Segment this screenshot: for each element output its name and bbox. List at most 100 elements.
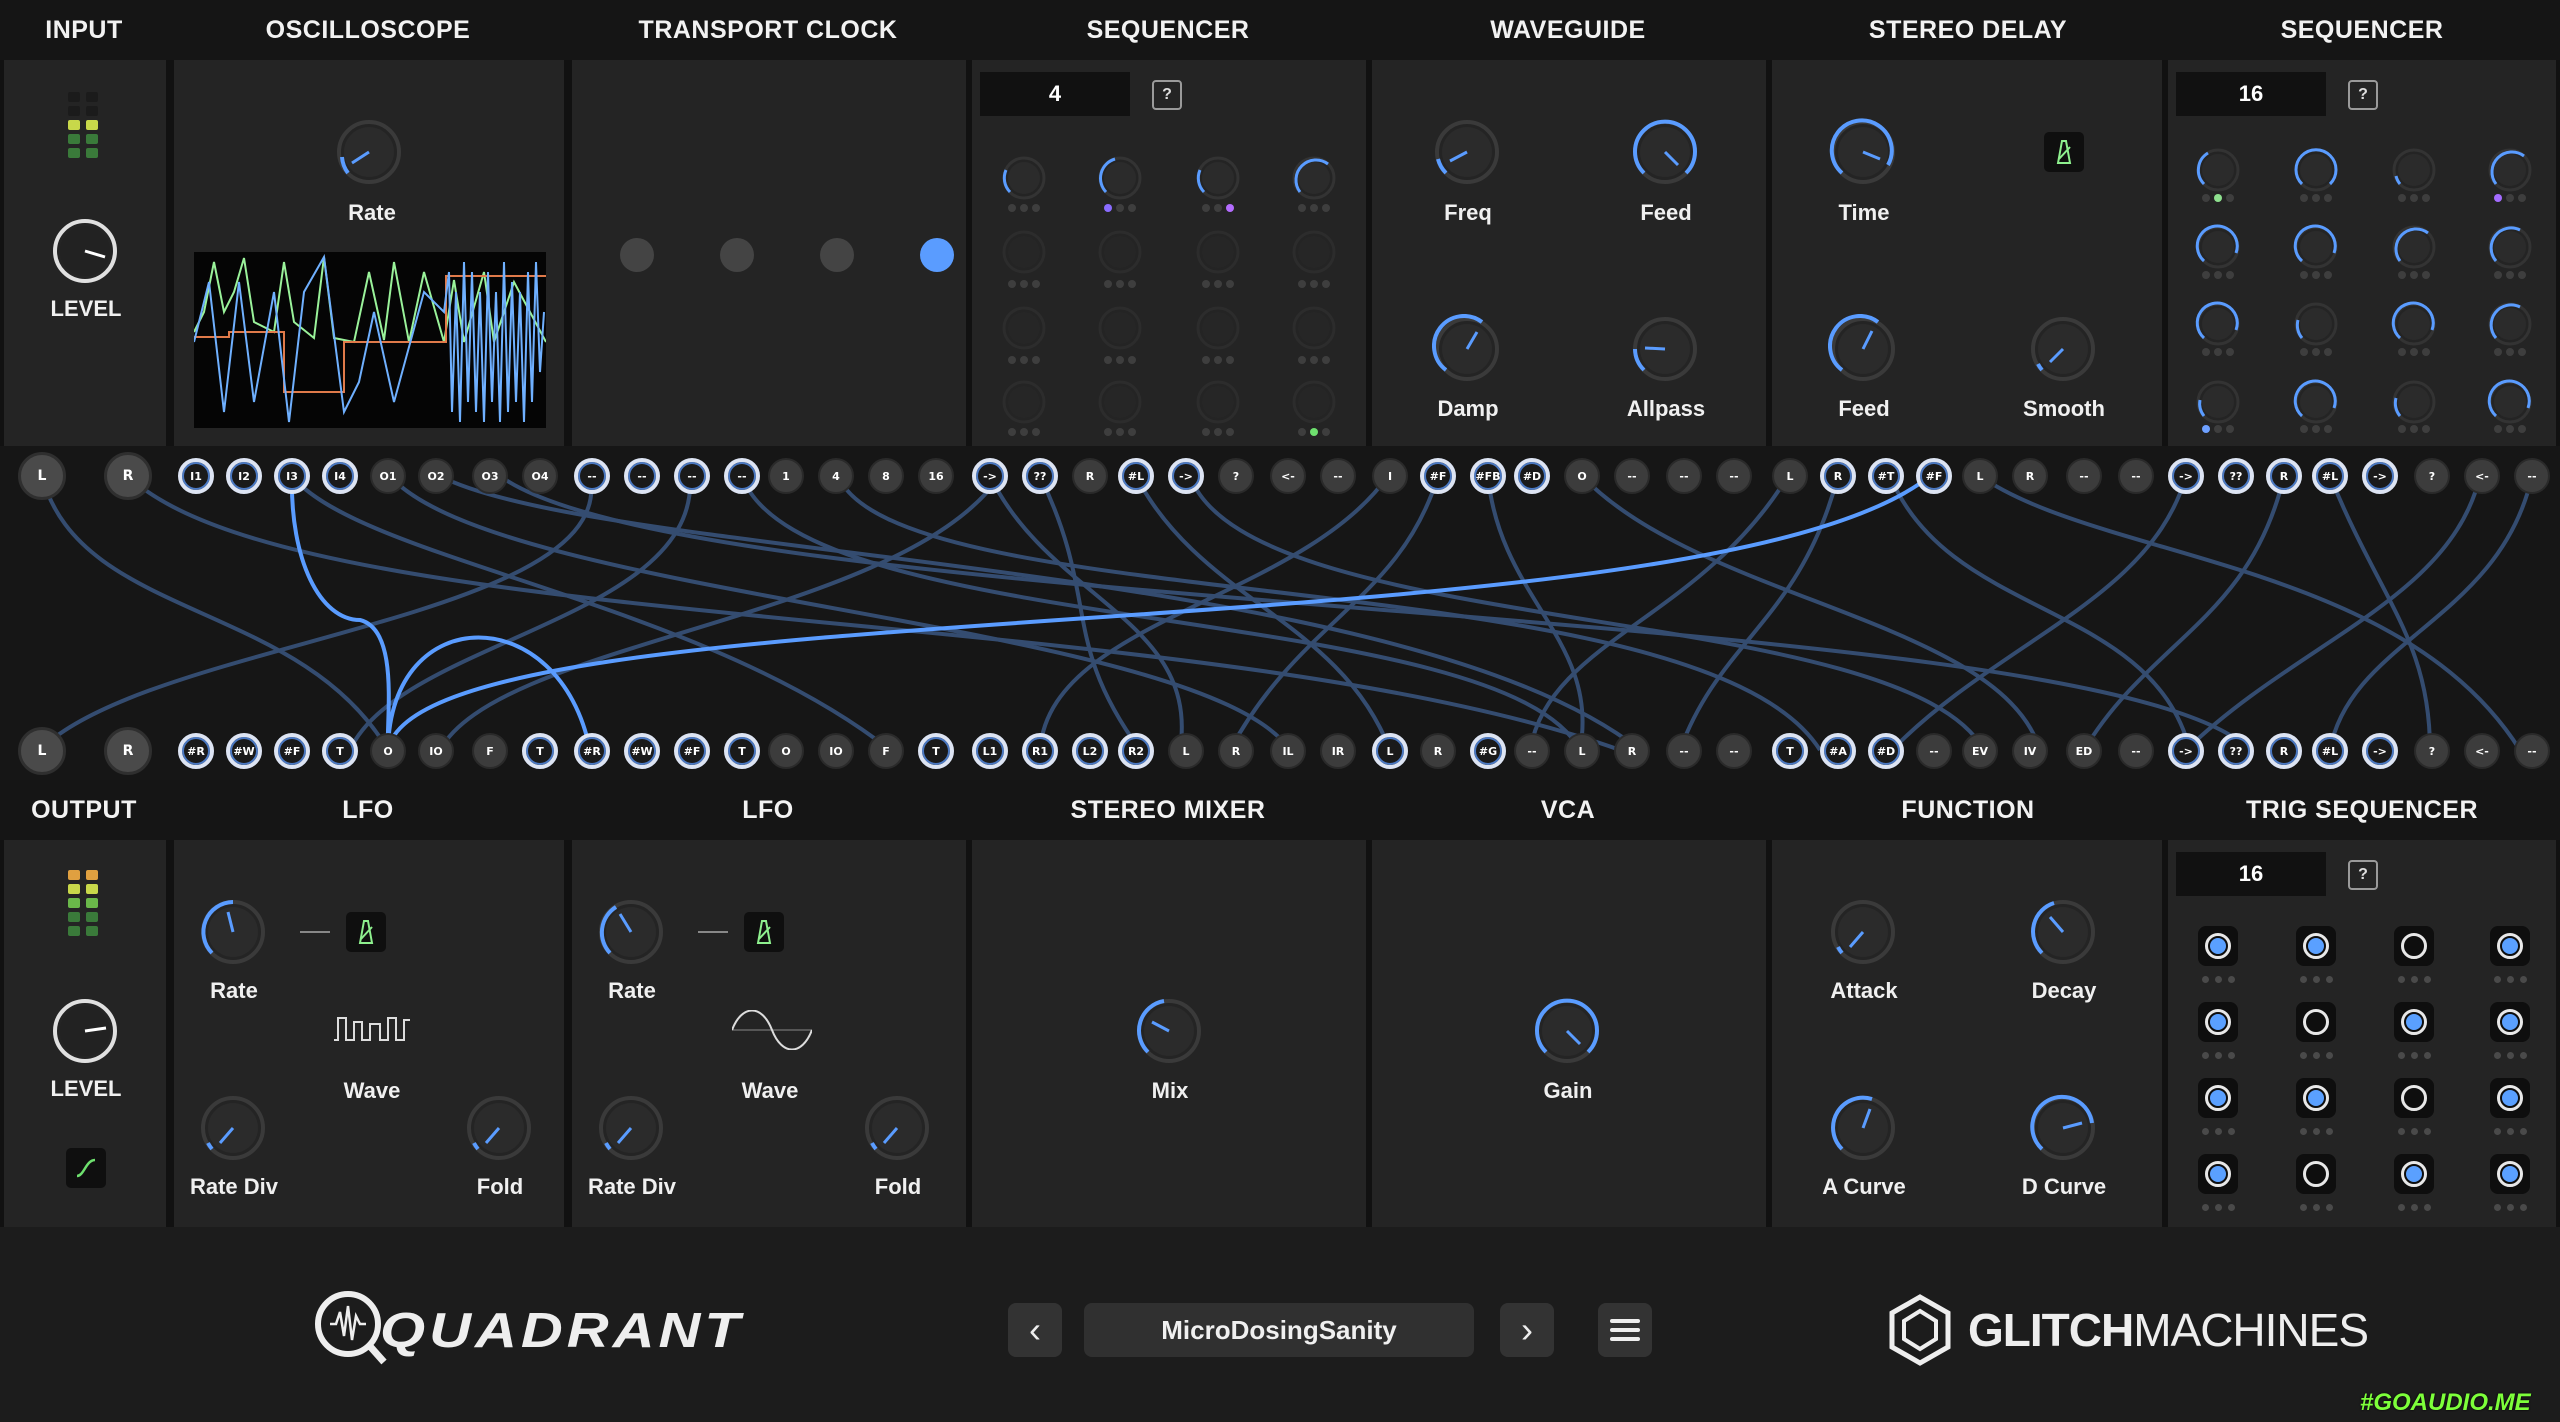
bottom-jack-31[interactable]: R (1614, 733, 1650, 769)
top-jack-39[interactable]: R (2012, 458, 2048, 494)
bottom-jack-28[interactable]: #G (1470, 733, 1506, 769)
bottom-jack-6[interactable]: O (370, 733, 406, 769)
input-level-knob[interactable] (50, 216, 120, 286)
vca-gain-knob[interactable] (1532, 996, 1602, 1066)
top-jack-10[interactable]: -- (574, 458, 610, 494)
bottom-jack-0[interactable]: L (18, 727, 66, 775)
top-jack-5[interactable]: I4 (322, 458, 358, 494)
function-d-curve-knob[interactable] (2028, 1093, 2098, 1163)
function-decay-knob[interactable] (2028, 897, 2098, 967)
bottom-jack-10[interactable]: #R (574, 733, 610, 769)
bottom-jack-45[interactable]: #L (2312, 733, 2348, 769)
bottom-jack-1[interactable]: R (104, 727, 152, 775)
top-jack-26[interactable]: I (1372, 458, 1408, 494)
bottom-jack-39[interactable]: IV (2012, 733, 2048, 769)
bottom-jack-46[interactable]: -> (2362, 733, 2398, 769)
sequencer-2-knob-grid[interactable] (2168, 140, 2560, 440)
bottom-jack-30[interactable]: L (1564, 733, 1600, 769)
top-jack-30[interactable]: O (1564, 458, 1600, 494)
bottom-jack-40[interactable]: ED (2066, 733, 2102, 769)
bottom-jack-11[interactable]: #W (624, 733, 660, 769)
sequencer-2-steps-display[interactable]: 16 (2176, 72, 2326, 116)
trig-step-5[interactable] (2198, 1002, 2238, 1042)
top-jack-23[interactable]: ? (1218, 458, 1254, 494)
top-jack-37[interactable]: #F (1916, 458, 1952, 494)
menu-button[interactable] (1598, 1303, 1652, 1357)
trig-step-4[interactable] (2490, 926, 2530, 966)
waveguide-damp-knob[interactable] (1432, 314, 1502, 384)
bottom-jack-14[interactable]: O (768, 733, 804, 769)
lfo-rate-div-knob[interactable] (198, 1093, 268, 1163)
trig-step-8[interactable] (2490, 1002, 2530, 1042)
top-jack-13[interactable]: -- (724, 458, 760, 494)
top-jack-6[interactable]: O1 (370, 458, 406, 494)
top-jack-22[interactable]: -> (1168, 458, 1204, 494)
bottom-jack-15[interactable]: IO (818, 733, 854, 769)
top-jack-44[interactable]: R (2266, 458, 2302, 494)
function-a-curve-knob[interactable] (1828, 1093, 1898, 1163)
top-jack-27[interactable]: #F (1420, 458, 1456, 494)
trig-step-2[interactable] (2296, 926, 2336, 966)
bottom-jack-33[interactable]: -- (1716, 733, 1752, 769)
trig-step-13[interactable] (2198, 1154, 2238, 1194)
trig-step-1[interactable] (2198, 926, 2238, 966)
lfo-rate-knob[interactable] (198, 897, 268, 967)
bottom-jack-27[interactable]: R (1420, 733, 1456, 769)
bottom-jack-18[interactable]: L1 (972, 733, 1008, 769)
trig-step-11[interactable] (2394, 1078, 2434, 1118)
top-jack-48[interactable]: <- (2464, 458, 2500, 494)
top-jack-14[interactable]: 1 (768, 458, 804, 494)
bottom-jack-22[interactable]: L (1168, 733, 1204, 769)
sequencer-knob-grid[interactable] (972, 140, 1372, 440)
top-jack-17[interactable]: 16 (918, 458, 954, 494)
trig-sequencer-steps-display[interactable]: 16 (2176, 852, 2326, 896)
top-jack-21[interactable]: #L (1118, 458, 1154, 494)
bottom-jack-43[interactable]: ?? (2218, 733, 2254, 769)
preset-name-display[interactable]: MicroDosingSanity (1084, 1303, 1474, 1357)
bottom-jack-26[interactable]: L (1372, 733, 1408, 769)
bottom-jack-20[interactable]: L2 (1072, 733, 1108, 769)
lfo-2-rate-div-knob[interactable] (596, 1093, 666, 1163)
top-jack-41[interactable]: -- (2118, 458, 2154, 494)
bottom-jack-42[interactable]: -> (2168, 733, 2204, 769)
lfo-2-sync-metronome-icon[interactable] (744, 912, 784, 952)
bottom-jack-49[interactable]: -- (2514, 733, 2550, 769)
top-jack-4[interactable]: I3 (274, 458, 310, 494)
lfo-2-rate-knob[interactable] (596, 897, 666, 967)
top-jack-20[interactable]: R (1072, 458, 1108, 494)
top-jack-42[interactable]: -> (2168, 458, 2204, 494)
top-jack-38[interactable]: L (1962, 458, 1998, 494)
top-jack-1[interactable]: R (104, 452, 152, 500)
trig-step-6[interactable] (2296, 1002, 2336, 1042)
function-attack-knob[interactable] (1828, 897, 1898, 967)
trig-step-15[interactable] (2394, 1154, 2434, 1194)
top-jack-2[interactable]: I1 (178, 458, 214, 494)
bottom-jack-29[interactable]: -- (1514, 733, 1550, 769)
trig-sequencer-help-button[interactable]: ? (2348, 860, 2378, 890)
output-level-knob[interactable] (50, 996, 120, 1066)
bottom-jack-16[interactable]: F (868, 733, 904, 769)
bottom-jack-37[interactable]: -- (1916, 733, 1952, 769)
lfo-fold-knob[interactable] (464, 1093, 534, 1163)
top-jack-49[interactable]: -- (2514, 458, 2550, 494)
top-jack-34[interactable]: L (1772, 458, 1808, 494)
top-jack-19[interactable]: ?? (1022, 458, 1058, 494)
bottom-jack-24[interactable]: IL (1270, 733, 1306, 769)
preset-prev-button[interactable]: ‹ (1008, 1303, 1062, 1357)
bottom-jack-8[interactable]: F (472, 733, 508, 769)
top-jack-24[interactable]: <- (1270, 458, 1306, 494)
sequencer-steps-display[interactable]: 4 (980, 72, 1130, 116)
bottom-jack-2[interactable]: #R (178, 733, 214, 769)
top-jack-0[interactable]: L (18, 452, 66, 500)
lfo-2-fold-knob[interactable] (862, 1093, 932, 1163)
scope-rate-knob[interactable] (334, 117, 404, 187)
bottom-jack-7[interactable]: IO (418, 733, 454, 769)
delay-sync-metronome-icon[interactable] (2044, 132, 2084, 172)
bottom-jack-36[interactable]: #D (1868, 733, 1904, 769)
top-jack-7[interactable]: O2 (418, 458, 454, 494)
trig-step-16[interactable] (2490, 1154, 2530, 1194)
preset-next-button[interactable]: › (1500, 1303, 1554, 1357)
top-jack-43[interactable]: ?? (2218, 458, 2254, 494)
bottom-jack-44[interactable]: R (2266, 733, 2302, 769)
trig-step-9[interactable] (2198, 1078, 2238, 1118)
